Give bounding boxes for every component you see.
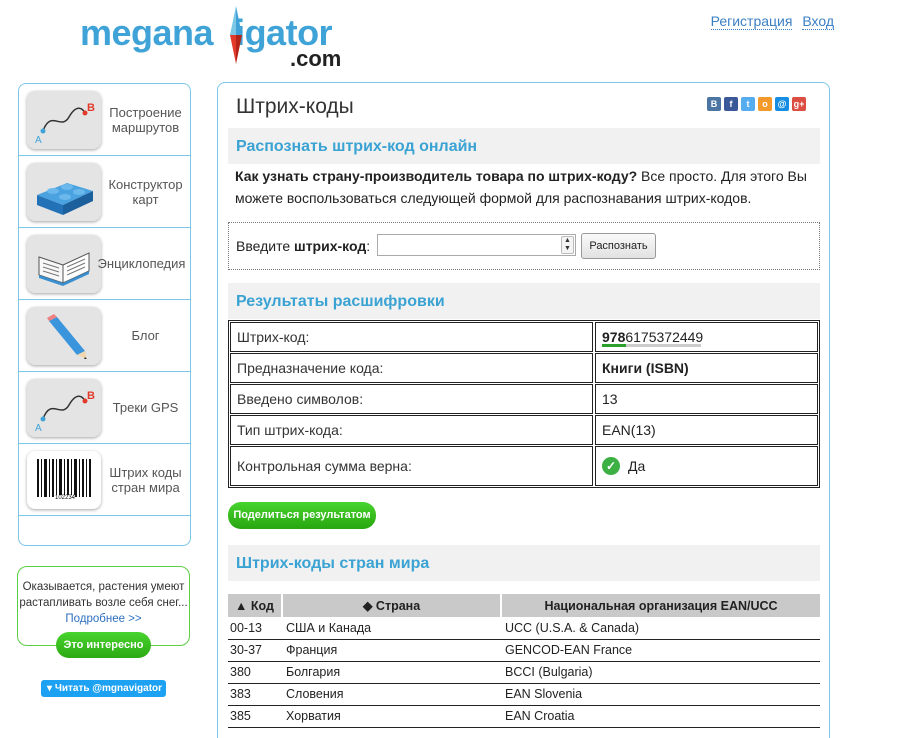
login-link[interactable]: Вход (802, 13, 834, 30)
code-underline (626, 344, 701, 347)
prefix-underline (602, 344, 626, 347)
table-row: Штрих-код: 978 6175372449 (230, 322, 818, 352)
result-label: Контрольная сумма верна: (230, 446, 593, 486)
results-section-title: Результаты расшифровки (236, 293, 445, 310)
compass-needle-icon (230, 6, 242, 64)
result-label: Штрих-код: (230, 322, 593, 352)
gps-track-icon: A B (27, 379, 101, 437)
mailru-icon[interactable]: @ (775, 97, 789, 111)
sidebar-item-gps-tracks[interactable]: A B Треки GPS (19, 372, 190, 444)
intro-question: Как узнать страну-производитель товара п… (235, 168, 638, 184)
table-row: Тип штрих-кода: EAN(13) (230, 415, 818, 445)
sidebar-item-label: Блог (131, 328, 160, 343)
share-result-button[interactable]: Поделиться результатом (228, 502, 376, 529)
barcode-input[interactable] (377, 234, 576, 256)
register-link[interactable]: Регистрация (710, 13, 793, 30)
barcode-number: 102234 (55, 495, 76, 501)
barcode-input-label: Введите штрих-код: (236, 238, 371, 254)
sidebar-item-barcodes[interactable]: 102234 Штрих коды стран мира (19, 444, 190, 516)
sidebar-item-map-builder[interactable]: Конструктор карт (19, 156, 190, 228)
site-logo[interactable]: megana igator .com (80, 4, 360, 71)
promo-more-link[interactable]: Подробнее >> (65, 613, 141, 625)
sidebar-item-label: Энциклопедия (97, 256, 186, 271)
table-row: Контрольная сумма верна: ✓ Да (230, 446, 818, 486)
share-icons: В f t о @ g+ (707, 97, 806, 111)
sidebar-nav: A B Построение маршрутов Конструктор кар… (18, 83, 191, 546)
table-row: 30-37 Франция GENCOD-EAN France (228, 639, 820, 662)
recognize-button[interactable]: Распознать (581, 233, 656, 259)
countries-section-title: Штрих-коды стран мира (236, 555, 430, 572)
lego-brick-icon (27, 163, 101, 221)
pencil-icon (27, 307, 101, 365)
column-header-organization: Национальная организация EAN/UCC (501, 594, 820, 617)
country-codes-table: ▲ Код ◆ Страна Национальная организация … (228, 594, 820, 728)
route-icon: A B (27, 91, 101, 149)
spinner-icon[interactable]: ▲ ▼ (561, 236, 574, 254)
twitter-icon: ▾ (47, 683, 53, 694)
svg-text:A: A (35, 423, 42, 434)
column-header-code[interactable]: ▲ Код (228, 594, 283, 617)
result-value: EAN(13) (595, 415, 818, 445)
book-icon (27, 235, 101, 293)
result-label: Тип штрих-кода: (230, 415, 593, 445)
promo-text: Оказывается, растения умеют растапливать… (19, 581, 188, 609)
sidebar-item-label: Конструктор карт (108, 176, 183, 207)
result-value: ✓ Да (595, 446, 818, 486)
result-label: Предназначение кода: (230, 353, 593, 383)
vk-icon[interactable]: В (707, 97, 721, 111)
promo-button[interactable]: Это интересно (56, 632, 151, 658)
intro-text: Как узнать страну-производитель товара п… (235, 165, 825, 209)
svg-text:B: B (87, 390, 95, 402)
table-row: Введено символов: 13 (230, 384, 818, 414)
sidebar-item-label: Построение маршрутов (109, 104, 182, 135)
odnoklassniki-icon[interactable]: о (758, 97, 772, 111)
recognize-section-title: Распознать штрих-код онлайн (236, 138, 478, 155)
table-row: Предназначение кода: Книги (ISBN) (230, 353, 818, 383)
checkmark-icon: ✓ (602, 457, 620, 475)
result-value: 13 (595, 384, 818, 414)
twitter-follow-button[interactable]: ▾ Читать @mgnavigator (41, 680, 166, 697)
result-label: Введено символов: (230, 384, 593, 414)
results-table: Штрих-код: 978 6175372449 Предназначение … (228, 320, 820, 488)
google-plus-icon[interactable]: g+ (792, 97, 806, 111)
sidebar-item-label: Штрих коды стран мира (109, 464, 182, 495)
facebook-icon[interactable]: f (724, 97, 738, 111)
table-row: 385 Хорватия EAN Croatia (228, 705, 820, 728)
page-title: Штрих-коды (236, 95, 354, 118)
table-row: 383 Словения EAN Slovenia (228, 683, 820, 706)
result-value: 978 6175372449 (595, 322, 818, 352)
twitter-follow-label: Читать @mgnavigator (54, 683, 163, 694)
column-header-country[interactable]: ◆ Страна (282, 594, 502, 617)
sidebar-item-blog[interactable]: Блог (19, 300, 190, 372)
twitter-icon[interactable]: t (741, 97, 755, 111)
auth-links: Регистрация Вход (705, 13, 834, 30)
result-value: Книги (ISBN) (595, 353, 818, 383)
table-row: 380 Болгария BCCI (Bulgaria) (228, 661, 820, 684)
barcode-icon: 102234 (27, 451, 101, 509)
sidebar-item-routes[interactable]: A B Построение маршрутов (19, 84, 190, 156)
sidebar-item-label: Треки GPS (112, 400, 179, 415)
table-row: 00-13 США и Канада UCC (U.S.A. & Canada) (228, 617, 820, 640)
sidebar-item-encyclopedia[interactable]: Энциклопедия (19, 228, 190, 300)
svg-text:A: A (35, 135, 42, 146)
svg-text:B: B (87, 102, 95, 114)
